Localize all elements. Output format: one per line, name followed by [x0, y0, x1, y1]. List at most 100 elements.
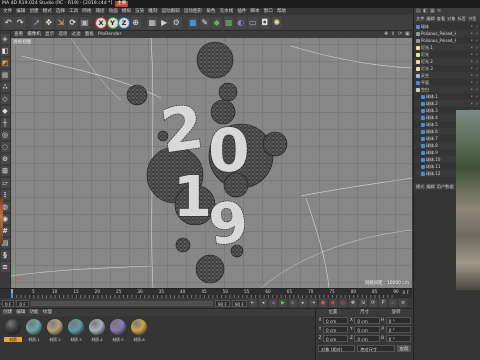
go-to-start-icon[interactable]: ⇤: [248, 299, 257, 307]
position-x-field[interactable]: 0 cm: [323, 317, 349, 324]
visibility-dots-icon[interactable]: [470, 58, 473, 65]
enabled-check-icon[interactable]: [475, 51, 479, 58]
snap-icon[interactable]: ⊙: [0, 154, 10, 164]
material-swatch[interactable]: 材质.6: [130, 319, 148, 342]
menu-item[interactable]: 插件: [237, 8, 246, 15]
object-row[interactable]: 球体.10: [414, 156, 456, 163]
enabled-check-icon[interactable]: [475, 30, 479, 37]
menu-item[interactable]: 模拟: [122, 8, 131, 15]
visibility-dots-icon[interactable]: [470, 44, 473, 51]
subdivision-surface-icon[interactable]: ◆: [211, 16, 222, 29]
object-row[interactable]: 灯光.1: [414, 44, 456, 51]
size-z-field[interactable]: 0 cm: [354, 335, 380, 342]
object-row[interactable]: 球体.3: [414, 107, 456, 114]
orbit-icon[interactable]: ⟳: [398, 32, 403, 37]
object-row[interactable]: Polianus_Poised_HiR_M: [414, 30, 456, 37]
enabled-check-icon[interactable]: [475, 86, 479, 93]
menu-item[interactable]: 过滤: [71, 31, 80, 38]
menu-item[interactable]: 流水线: [219, 8, 233, 15]
menu-item[interactable]: 编辑: [16, 8, 25, 15]
menu-item[interactable]: 纹理: [43, 309, 52, 316]
object-row[interactable]: 球体.9: [414, 149, 456, 156]
visibility-dots-icon[interactable]: [470, 72, 473, 79]
size-y-field[interactable]: 0 cm: [354, 326, 380, 333]
material-preview-ball[interactable]: [89, 319, 105, 335]
y-axis-lock-icon[interactable]: Y: [107, 17, 118, 28]
planar-workplane-icon[interactable]: ▱: [0, 178, 10, 188]
sphere-object[interactable]: [262, 131, 288, 157]
visibility-dots-icon[interactable]: [470, 100, 473, 107]
object-row[interactable]: 球体.8: [414, 142, 456, 149]
rotation-h-field[interactable]: 0 °: [385, 317, 411, 324]
camera-icon[interactable]: ◘: [259, 16, 270, 29]
menu-item[interactable]: 编辑: [426, 183, 434, 190]
material-preview-ball[interactable]: [110, 319, 126, 335]
coordinate-system-icon[interactable]: ⊕: [130, 16, 141, 29]
menu-item[interactable]: 编辑: [16, 309, 25, 316]
material-swatch[interactable]: 材质: [4, 319, 22, 342]
menu-item[interactable]: ProRender: [98, 31, 122, 38]
record-key-icon[interactable]: ●: [318, 299, 327, 307]
go-to-end-icon[interactable]: ⇥: [308, 299, 317, 307]
menu-item[interactable]: 面板: [85, 31, 94, 38]
enabled-check-icon[interactable]: [475, 93, 479, 100]
rotate-icon[interactable]: ⟳: [67, 16, 78, 29]
make-editable-icon[interactable]: ◈: [0, 34, 10, 44]
edges-mode-icon[interactable]: ◇: [0, 94, 10, 104]
menu-item[interactable]: 用户数据: [437, 183, 454, 190]
content-browser-tab-icon[interactable]: ▦: [430, 9, 435, 14]
sphere-object[interactable]: [218, 82, 238, 102]
menu-item[interactable]: 运动图形: [184, 8, 202, 15]
material-swatch[interactable]: 材质.4: [88, 319, 106, 342]
menu-item[interactable]: 选择: [56, 8, 65, 15]
object-row[interactable]: 灯光.2: [414, 58, 456, 65]
render-settings-icon[interactable]: ⚙: [171, 16, 182, 29]
visibility-dots-icon[interactable]: [470, 30, 473, 37]
menu-item[interactable]: 文件: [416, 15, 424, 22]
object-row[interactable]: 灯光.3: [414, 65, 456, 72]
keyframe-selection-icon[interactable]: ◎: [338, 299, 347, 307]
visibility-dots-icon[interactable]: [470, 23, 473, 30]
position-key-icon[interactable]: ✥: [348, 299, 357, 307]
object-row[interactable]: 球体.11: [414, 163, 456, 170]
scale-key-icon[interactable]: ⇲: [358, 299, 367, 307]
recent-tool-icon[interactable]: ▣: [79, 16, 90, 29]
next-key-icon[interactable]: ▸: [298, 299, 307, 307]
perspective-viewport[interactable]: 2 0 1 9 透视视图 网格间距 : 10000 cm: [11, 38, 412, 288]
material-swatch[interactable]: 材质.2: [46, 319, 64, 342]
object-row[interactable]: 天空: [414, 72, 456, 79]
position-z-field[interactable]: 0 cm: [323, 335, 349, 342]
z-axis-lock-icon[interactable]: Z: [119, 17, 129, 28]
enabled-check-icon[interactable]: [475, 65, 479, 72]
point-level-key-icon[interactable]: ∴: [388, 299, 397, 307]
sphere-object[interactable]: [196, 41, 234, 79]
menu-item[interactable]: 功能: [29, 309, 38, 316]
autokey-icon[interactable]: ◉: [328, 299, 337, 307]
object-row[interactable]: 空白: [414, 86, 456, 93]
material-swatch[interactable]: 材质.1: [25, 319, 43, 342]
parameter-key-icon[interactable]: P: [378, 299, 387, 307]
coordinate-mode-dropdown[interactable]: 对象 (相对): [318, 345, 356, 352]
material-preview-ball[interactable]: [68, 319, 84, 335]
tweak-mode-icon[interactable]: ◎: [0, 130, 10, 140]
cube-icon[interactable]: ■: [187, 16, 198, 29]
object-row[interactable]: 灯光: [414, 51, 456, 58]
dopesheet-icon[interactable]: ≡: [0, 262, 10, 272]
script-icon[interactable]: §: [0, 250, 10, 260]
object-row[interactable]: Polianus_Poised_HiR_M: [414, 37, 456, 44]
sphere-object[interactable]: [175, 237, 191, 253]
menu-item[interactable]: 对象: [447, 15, 455, 22]
model-mode-icon[interactable]: ◧: [0, 46, 10, 56]
menu-item[interactable]: 网格: [82, 8, 91, 15]
x-axis-lock-icon[interactable]: X: [96, 17, 106, 28]
sphere-object[interactable]: [195, 254, 225, 284]
previous-key-icon[interactable]: ◂: [258, 299, 267, 307]
menu-item[interactable]: 书签: [468, 15, 476, 22]
menu-item[interactable]: 渲染: [135, 8, 144, 15]
render-to-picture-viewer-icon[interactable]: ▶: [159, 16, 170, 29]
menu-item[interactable]: 模式: [416, 183, 424, 190]
workplane-mode-icon[interactable]: ▦: [0, 70, 10, 80]
soft-selection-icon[interactable]: ◌: [0, 142, 10, 152]
enabled-check-icon[interactable]: [475, 23, 479, 30]
material-preview-ball[interactable]: [47, 319, 63, 335]
